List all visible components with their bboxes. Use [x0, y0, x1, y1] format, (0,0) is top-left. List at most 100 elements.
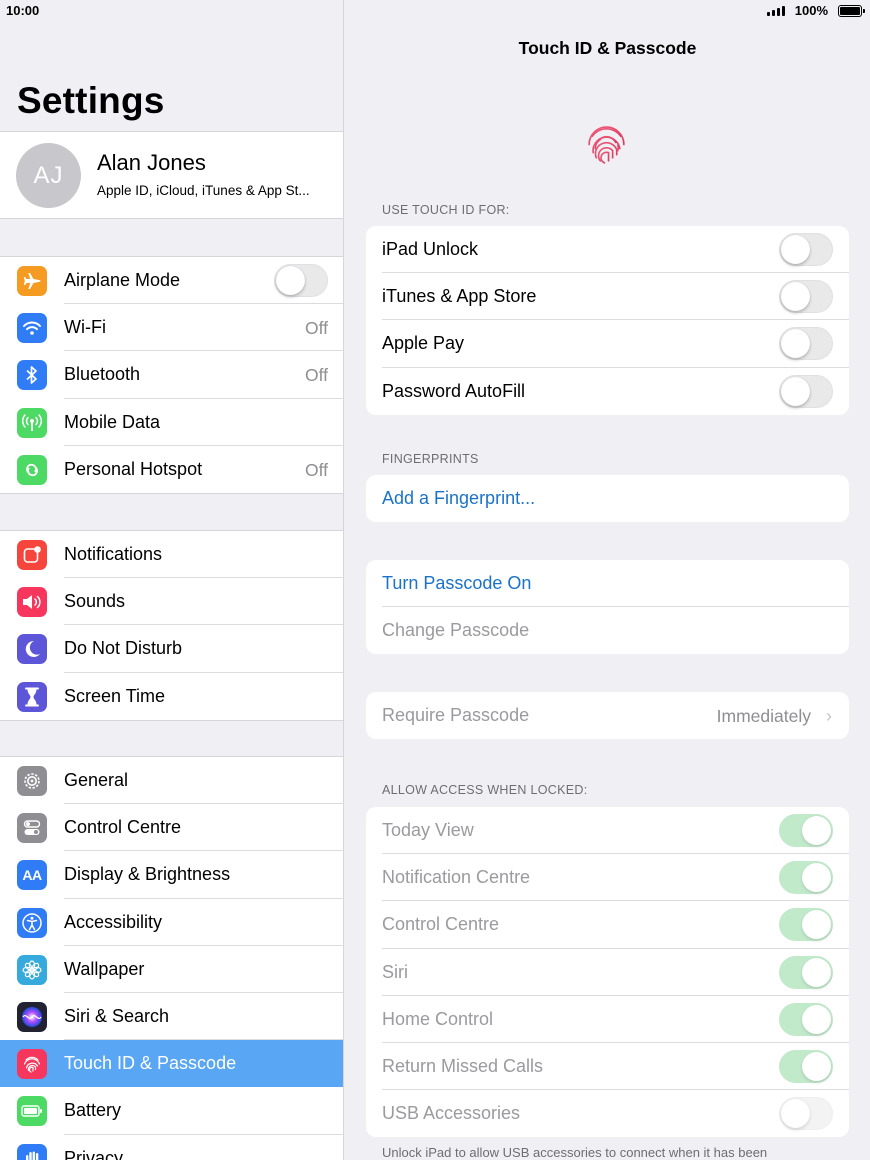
password-autofill-row: Password AutoFill	[366, 368, 849, 415]
today-view-toggle[interactable]	[779, 814, 833, 847]
sidebar-item-notifications[interactable]: Notifications	[0, 531, 343, 579]
sidebar-item-accessibility[interactable]: Accessibility	[0, 899, 343, 946]
sidebar-item-label: Battery	[64, 1100, 122, 1121]
turn-passcode-on-button[interactable]: Turn Passcode On	[382, 573, 531, 594]
home-control-toggle[interactable]	[779, 1002, 833, 1036]
text-size-icon: AA	[17, 860, 47, 891]
sidebar-item-value: Off	[304, 459, 328, 480]
sidebar-item-touch-id-and-passcode[interactable]: Touch ID & Passcode	[0, 1040, 343, 1088]
sidebar-item-bluetooth[interactable]: Bluetooth Off	[0, 351, 343, 399]
sidebar-item-label: Siri & Search	[64, 1005, 170, 1026]
apple-id-profile[interactable]: AJ Alan Jones Apple ID, iCloud, iTunes &…	[0, 131, 343, 219]
sidebar-item-label: Touch ID & Passcode	[64, 1053, 237, 1074]
sidebar-item-label: Sounds	[64, 591, 126, 612]
sidebar-item-screen-time[interactable]: Screen Time	[0, 673, 343, 720]
bluetooth-icon	[17, 360, 47, 391]
sidebar-item-personal-hotspot[interactable]: Personal Hotspot Off	[0, 446, 343, 493]
control-centre-toggle[interactable]	[779, 908, 833, 942]
sidebar-item-general[interactable]: General	[0, 757, 343, 805]
sidebar-item-value: Off	[304, 365, 328, 386]
airplane-icon	[17, 266, 47, 296]
flower-icon	[17, 954, 47, 985]
toggle-knob	[802, 1051, 831, 1081]
ipad-unlock-row: iPad Unlock	[366, 226, 849, 274]
toggle-knob	[802, 910, 831, 940]
sidebar-item-label: Wi-Fi	[64, 317, 106, 338]
sidebar-item-sounds[interactable]: Sounds	[0, 578, 343, 626]
return-missed-calls-row: Return Missed Calls	[366, 1043, 849, 1091]
sidebar-item-mobile-data[interactable]: Mobile Data	[0, 399, 343, 446]
return-missed-calls-label: Return Missed Calls	[382, 1055, 544, 1076]
home-control-label: Home Control	[382, 1008, 494, 1029]
battery-status-icon	[838, 4, 865, 17]
sidebar-item-label: Airplane Mode	[64, 270, 181, 290]
ipad-unlock-label: iPad Unlock	[382, 239, 479, 259]
sidebar-item-label: Wallpaper	[64, 958, 145, 979]
sidebar-item-wi-fi[interactable]: Wi-Fi Off	[0, 304, 343, 352]
accessibility-icon	[17, 907, 47, 938]
page-title: Settings	[17, 80, 165, 121]
sidebar-item-label: Control Centre	[64, 817, 182, 838]
sidebar-item-label: Bluetooth	[64, 364, 141, 385]
siri-toggle[interactable]	[779, 955, 833, 989]
airplane-mode-toggle[interactable]	[274, 264, 328, 297]
usb-accessories-row: USB Accessories	[366, 1090, 849, 1137]
notifications-icon	[17, 540, 47, 570]
allow-access-section-header: ALLOW ACCESS WHEN LOCKED:	[382, 783, 588, 797]
fingerprints-section-header: FINGERPRINTS	[382, 452, 479, 466]
sidebar-item-label: Display & Brightness	[64, 864, 231, 885]
sidebar-item-wallpaper[interactable]: Wallpaper	[0, 946, 343, 993]
password-autofill-toggle[interactable]	[779, 374, 833, 408]
sidebar-item-control-centre[interactable]: Control Centre	[0, 804, 343, 852]
itunes-and-app-store-toggle[interactable]	[779, 280, 833, 314]
touch-id-section-header: USE TOUCH ID FOR:	[382, 203, 510, 217]
toggle-knob	[781, 1099, 810, 1129]
require-passcode-value: Immediately	[716, 706, 811, 726]
hotspot-icon	[17, 454, 47, 485]
sidebar-item-label: General	[64, 770, 129, 790]
toggle-knob	[802, 957, 831, 987]
control-centre-row: Control Centre	[366, 901, 849, 949]
fingerprint-icon	[17, 1049, 47, 1080]
settings-group-notifications: Notifications Sounds Do Not Disturb Screen …	[0, 530, 343, 721]
touch-id-card: iPad Unlock iTunes & App Store Apple Pay Pa…	[366, 226, 849, 415]
ipad-unlock-toggle[interactable]	[779, 233, 833, 266]
status-time: 10:00	[6, 3, 40, 18]
usb-footnote: Unlock iPad to allow USB accessories to …	[382, 1145, 768, 1160]
require-passcode-row[interactable]: Require Passcode Immediately ›	[366, 692, 849, 739]
apple-pay-label: Apple Pay	[382, 333, 465, 354]
apple-pay-toggle[interactable]	[779, 327, 833, 361]
add-fingerprint-row[interactable]: Add a Fingerprint...	[366, 475, 849, 522]
notification-centre-row: Notification Centre	[366, 854, 849, 902]
sidebar-item-do-not-disturb[interactable]: Do Not Disturb	[0, 625, 343, 673]
speaker-icon	[17, 587, 47, 618]
notification-centre-toggle[interactable]	[779, 861, 833, 895]
turn-passcode-on-row[interactable]: Turn Passcode On	[366, 560, 849, 608]
usb-accessories-toggle[interactable]	[779, 1097, 833, 1131]
add-fingerprint-link[interactable]: Add a Fingerprint...	[382, 488, 535, 509]
toggle-knob	[781, 329, 810, 359]
profile-name: Alan Jones	[97, 150, 206, 175]
antenna-icon	[17, 407, 47, 438]
settings-group-system: General Control Centre AA Display & Brightn…	[0, 756, 343, 1160]
sidebar-item-battery[interactable]: Battery	[0, 1087, 343, 1135]
battery-icon	[17, 1096, 47, 1127]
change-passcode-label: Change Passcode	[382, 620, 530, 641]
return-missed-calls-toggle[interactable]	[779, 1049, 833, 1083]
hand-icon	[17, 1143, 47, 1160]
sidebar-item-airplane-mode[interactable]: Airplane Mode	[0, 257, 343, 305]
status-bar: 10:00 100%	[0, 0, 870, 22]
home-control-row: Home Control	[366, 996, 849, 1043]
sidebar-item-siri-and-search[interactable]: Siri & Search	[0, 993, 343, 1041]
sidebar-item-label: Screen Time	[64, 685, 166, 706]
switches-icon	[17, 813, 47, 844]
toggle-knob	[802, 816, 831, 845]
siri-row: Siri	[366, 949, 849, 996]
toggle-knob	[276, 266, 305, 295]
profile-subtitle: Apple ID, iCloud, iTunes & App St...	[97, 183, 310, 198]
toggle-knob	[781, 235, 810, 264]
sidebar-item-privacy[interactable]: Privacy	[0, 1135, 343, 1160]
toggle-knob	[781, 376, 810, 406]
sidebar-item-display-and-brightness[interactable]: AA Display & Brightness	[0, 851, 343, 899]
require-passcode-card: Require Passcode Immediately ›	[366, 692, 849, 740]
